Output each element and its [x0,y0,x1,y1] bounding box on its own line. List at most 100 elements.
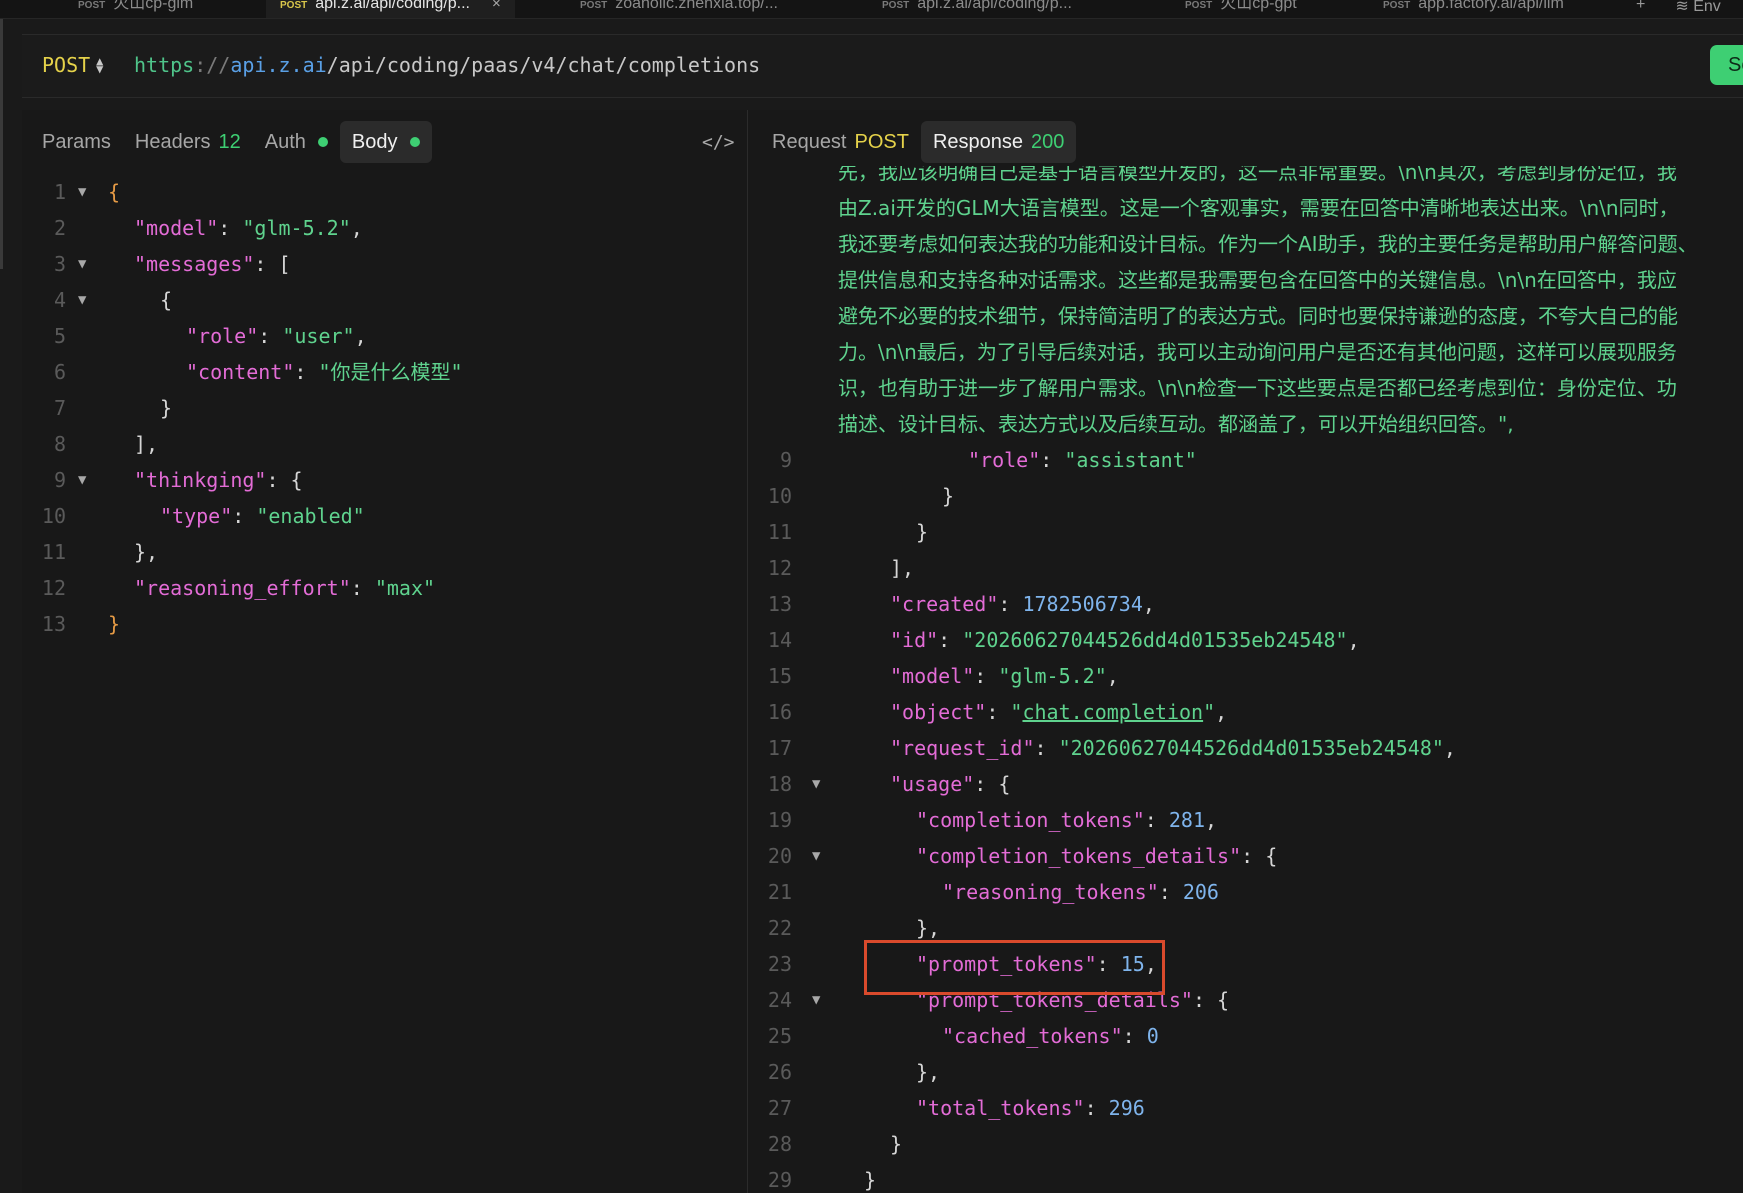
code-line: 1 ▼ { [22,174,747,210]
request-body-editor[interactable]: 1 ▼ {2 "model": "glm-5.2", 3 ▼ "messages": [4 ▼… [22,174,747,654]
code-token: } [942,484,955,508]
line-number: 29 [767,1168,792,1192]
code-token: "20260627044526dd4d01535eb24548" [962,628,1348,652]
response-body-viewer[interactable]: 先，我应该明确自己是基于语言模型开发的，这一点非常重要。\n\n其次，考虑到身份… [748,166,1743,1193]
code-line: 7} [22,390,747,426]
tab-auth[interactable]: Auth [253,121,340,163]
code-token: : [974,664,999,688]
code-line: 20 ▼ "completion_tokens_details": { [748,838,1743,874]
request-tab-4[interactable]: POST api.z.ai/api/coding/p... [882,0,1072,18]
code-token: , [1142,592,1155,616]
code-token: "max" [374,576,436,600]
tab-response[interactable]: Response 200 [920,121,1077,163]
response-content-wrapped-line: 提供信息和支持各种对话需求。这些都是我需要包含在回答中的关键信息。\n\n在回答… [838,268,1677,292]
request-tab-5[interactable]: POST 火山cp-gpt [1185,0,1297,18]
request-tab-strip: POST 火山cp-glm POST api.z.ai/api/coding/p… [0,0,1743,19]
code-token: "model" [134,216,219,240]
code-token: : [232,504,257,528]
line-number: 2 [53,216,66,240]
response-content-wrapped-line: 我还要考虑如何表达我的功能和设计目标。作为一个AI助手，我的主要任务是帮助用户解… [838,232,1698,256]
fold-toggle-icon[interactable]: ▼ [812,982,820,1018]
code-text: "completion_tokens_details": { [916,838,1277,874]
line-number: 12 [41,576,66,600]
code-line: 10 "type": "enabled" [22,498,747,534]
code-line: 12 "reasoning_effort": "max" [22,570,747,606]
fold-toggle-icon[interactable]: ▼ [78,246,86,282]
fold-toggle-icon[interactable]: ▼ [78,462,86,498]
url-input[interactable]: https://api.z.ai/api/coding/paas/v4/chat… [134,53,760,77]
line-number: 20 [767,844,792,868]
tab-response-label: Response [932,130,1024,153]
fold-toggle-icon[interactable]: ▼ [812,838,820,874]
code-token: "request_id" [890,736,1035,760]
code-line: 16 "object": "chat.completion", [748,694,1743,730]
line-number: 28 [767,1132,792,1156]
code-token: , [354,324,367,348]
url-host: api.z.ai [230,53,327,77]
code-text: ], [134,426,158,462]
code-token: }, [916,1060,941,1084]
tab-params[interactable]: Params [30,121,123,163]
fold-toggle-icon[interactable]: ▼ [78,282,86,318]
line-number: 19 [767,808,792,832]
code-token: } [160,396,173,420]
line-number: 23 [767,952,792,976]
code-token: " [1203,700,1216,724]
code-token: 206 [1182,880,1219,904]
response-content-wrapped-line: 力。\n\n最后，为了引导后续对话，我可以主动询问用户是否还有其他问题，这样可以… [838,340,1677,364]
code-token: "20260627044526dd4d01535eb24548" [1058,736,1444,760]
method-select[interactable]: POST ▲ ▼ [42,53,103,77]
response-pane: Request POST Response 200 先，我应该明确自己是基于语言模型… [748,110,1743,1193]
code-token: chat.completion [1022,700,1204,724]
code-token: : [ [254,252,291,276]
close-icon[interactable]: × [492,0,501,12]
code-line: 12], [748,550,1743,586]
code-text: ], [890,550,914,586]
fold-toggle-icon[interactable]: ▼ [78,174,86,210]
response-status-code: 200 [1031,130,1065,153]
tab-label: api.z.ai/api/coding/p... [315,0,470,12]
code-text: "created": 1782506734, [890,586,1155,622]
code-text: { [160,282,172,318]
tab-body[interactable]: Body [339,121,432,163]
code-text: "thinkging": { [134,462,303,498]
request-tab-6[interactable]: POST app.factory.ai/api/llm [1383,0,1623,18]
send-button[interactable]: Send [1710,45,1743,85]
code-token: : [1040,448,1065,472]
code-snippet-icon[interactable]: </> [702,132,735,153]
request-tab-3[interactable]: POST zoaholic.zhenxia.top/... [580,0,778,18]
line-number: 21 [767,880,792,904]
tab-method: POST [1383,0,1411,11]
tab-label: 火山cp-gpt [1220,0,1297,12]
code-text: "reasoning_tokens": 206 [942,874,1219,910]
environment-button[interactable]: ≋ Env [1675,0,1720,16]
line-number: 9 [53,468,66,492]
code-text: "id": "20260627044526dd4d01535eb24548", [890,622,1360,658]
headers-count-badge: 12 [218,130,241,153]
tab-headers[interactable]: Headers 12 [123,121,253,163]
code-line: 9 "role": "assistant" [748,442,1743,478]
code-token: : { [974,772,1011,796]
tab-actions: + ≋ Env [1636,0,1743,16]
sidebar-scroll-rail[interactable] [0,19,3,269]
fold-toggle-icon[interactable]: ▼ [812,766,820,802]
line-number: 22 [767,916,792,940]
code-token: "reasoning_tokens" [942,880,1159,904]
code-line: 4 ▼ { [22,282,747,318]
code-line: 17 "request_id": "20260627044526dd4d01535… [748,730,1743,766]
code-line: 9 ▼ "thinkging": { [22,462,747,498]
request-tab-2-active[interactable]: POST api.z.ai/api/coding/p... × [266,0,515,18]
code-line: 6 "content": "你是什么模型" [22,354,747,390]
code-line: 29} [748,1162,1743,1193]
line-number: 17 [767,736,792,760]
line-number: 4 [53,288,66,312]
code-token: "thinkging" [134,468,267,492]
code-token: } [890,1132,903,1156]
new-tab-button[interactable]: + [1636,0,1645,16]
line-number: 27 [767,1096,792,1120]
tab-request[interactable]: Request POST [760,121,921,163]
request-tab-1[interactable]: POST 火山cp-glm [78,0,193,18]
code-token: : [938,628,963,652]
line-number: 24 [767,988,792,1012]
tab-method: POST [280,0,308,11]
